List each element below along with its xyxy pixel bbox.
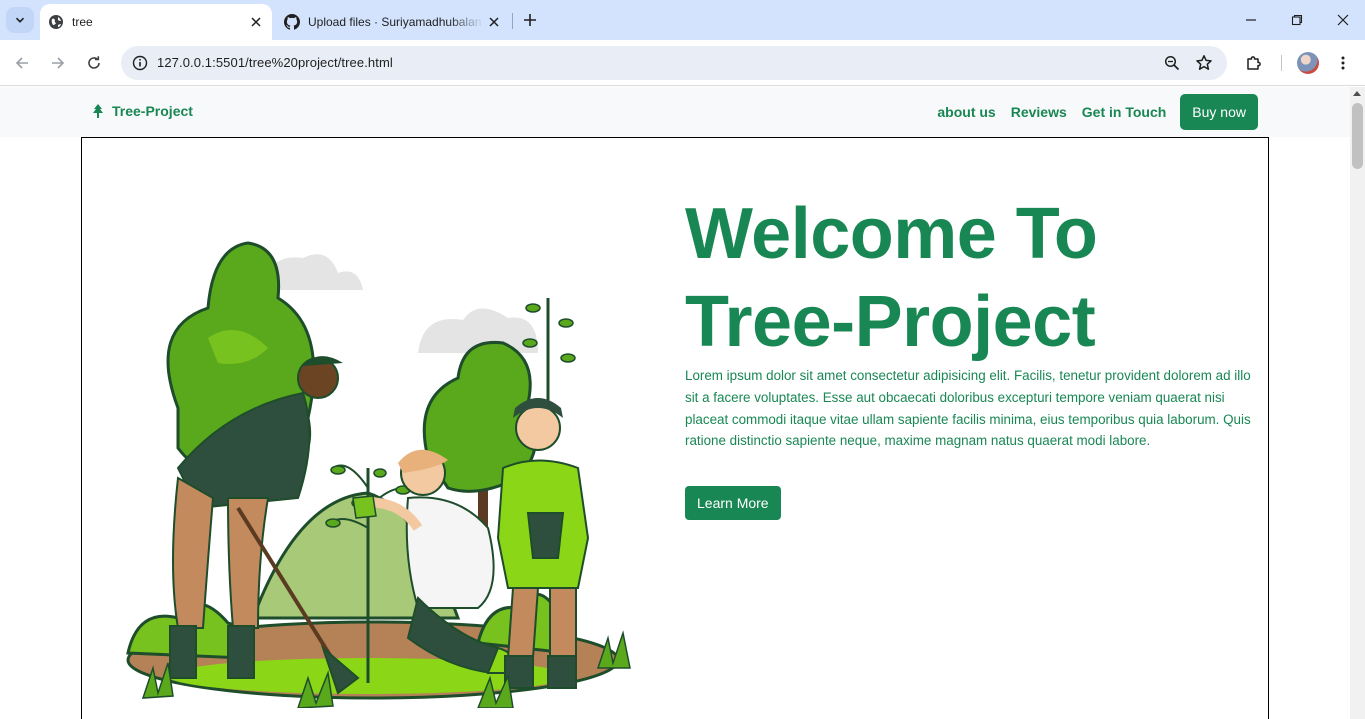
extensions-button[interactable] xyxy=(1240,49,1268,77)
brand-link[interactable]: Tree-Project xyxy=(92,103,193,119)
tab-separator xyxy=(512,13,513,29)
brand-name: Tree-Project xyxy=(112,103,193,119)
tab-title: Upload files · Suriyamadhubalan xyxy=(308,15,482,29)
tab-tree[interactable]: tree xyxy=(40,4,272,40)
scroll-thumb[interactable] xyxy=(1352,103,1363,169)
hero-title: Welcome To Tree-Project xyxy=(685,190,1245,366)
reload-icon xyxy=(88,56,100,69)
scroll-up-arrow-icon[interactable] xyxy=(1353,91,1361,96)
browser-toolbar: 127.0.0.1:5501/tree%20project/tree.html xyxy=(0,40,1365,86)
back-button[interactable] xyxy=(8,49,36,77)
hero-title-line2: Tree-Project xyxy=(685,282,1096,362)
menu-button[interactable] xyxy=(1329,49,1357,77)
page-viewport: Tree-Project about us Reviews Get in Tou… xyxy=(0,87,1350,719)
nav-link-about-us[interactable]: about us xyxy=(937,104,995,120)
site-info-icon[interactable] xyxy=(127,50,153,76)
arrow-right-icon xyxy=(52,57,65,69)
url-text[interactable]: 127.0.0.1:5501/tree%20project/tree.html xyxy=(157,55,393,70)
site-navbar: Tree-Project about us Reviews Get in Tou… xyxy=(0,87,1350,137)
github-icon xyxy=(284,14,300,30)
globe-icon xyxy=(49,15,63,29)
restore-icon xyxy=(1291,14,1303,26)
tab-search-button[interactable] xyxy=(6,7,34,33)
page-scrollbar[interactable] xyxy=(1350,87,1365,719)
plus-icon xyxy=(524,14,536,26)
minimize-icon xyxy=(1246,19,1256,21)
address-bar[interactable]: 127.0.0.1:5501/tree%20project/tree.html xyxy=(121,46,1227,80)
chevron-down-icon xyxy=(15,17,25,23)
tree-icon xyxy=(93,104,103,118)
minimize-button[interactable] xyxy=(1228,6,1274,34)
profile-avatar[interactable] xyxy=(1297,52,1319,74)
restore-button[interactable] xyxy=(1274,6,1320,34)
zoom-icon[interactable] xyxy=(1160,51,1184,75)
kebab-menu-icon xyxy=(1341,56,1345,70)
nav-links: about us Reviews Get in Touch Buy now xyxy=(922,94,1258,130)
toolbar-divider xyxy=(1281,55,1282,71)
puzzle-icon xyxy=(1247,56,1261,70)
arrow-left-icon xyxy=(15,57,28,69)
hero-description: Lorem ipsum dolor sit amet consectetur a… xyxy=(685,368,1251,449)
tab-title: tree xyxy=(72,15,93,29)
hero-section: Welcome To Tree-Project Lorem ipsum dolo… xyxy=(81,137,1269,719)
forward-button[interactable] xyxy=(44,49,72,77)
people-planting-trees-illustration xyxy=(126,241,631,708)
tab-strip: tree Upload files · Suriyamadhubalan xyxy=(0,0,1365,40)
nav-link-get-in-touch[interactable]: Get in Touch xyxy=(1082,104,1167,120)
learn-more-button[interactable]: Learn More xyxy=(685,486,781,520)
close-icon xyxy=(1337,14,1349,26)
buy-now-button[interactable]: Buy now xyxy=(1180,94,1258,130)
nav-link-reviews[interactable]: Reviews xyxy=(1011,104,1067,120)
hero-title-line1: Welcome To xyxy=(685,194,1098,274)
close-tab-icon[interactable] xyxy=(484,12,504,32)
tab-github-upload[interactable]: Upload files · Suriyamadhubalan xyxy=(276,4,510,40)
close-tab-icon[interactable] xyxy=(246,12,266,32)
close-window-button[interactable] xyxy=(1320,6,1365,34)
bookmark-star-icon[interactable] xyxy=(1192,51,1216,75)
new-tab-button[interactable] xyxy=(519,9,541,31)
reload-button[interactable] xyxy=(80,49,108,77)
